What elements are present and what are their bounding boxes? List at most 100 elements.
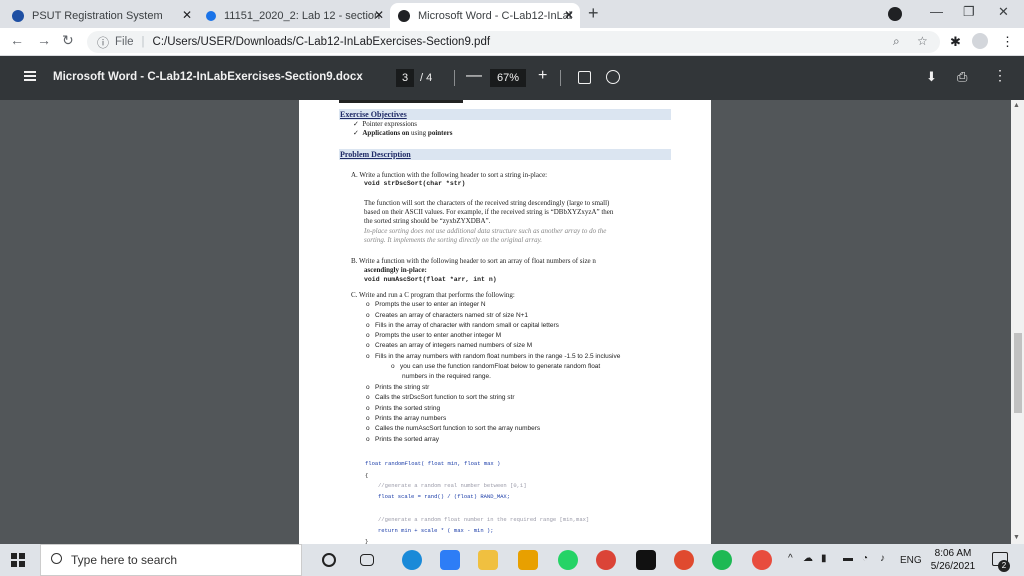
close-tab-icon[interactable]: ✕ [564,8,574,22]
chrome-alt-icon[interactable] [674,550,694,570]
code-comment: //generate a random float number in the … [378,516,590,523]
list-item: o Prints the string str [366,384,430,391]
hamburger-menu-icon[interactable] [24,71,36,81]
list-item: o Calles the numAscSort function to sort… [366,425,541,432]
task-view-icon[interactable] [360,554,374,566]
zoom-in-button[interactable]: + [538,67,547,85]
list-item: o Fills in the array of character with r… [366,322,559,329]
taskbar: Type here to search ^ ☁ ▮ ▬ ◔ ♪ ENG 8:06… [0,544,1024,576]
address-bar[interactable]: ⓘ File | C:/Users/USER/Downloads/C-Lab12… [87,31,940,53]
page-number-input[interactable]: 3 [396,69,414,87]
wifi-icon[interactable]: ◔ [862,553,868,564]
tab-label: 11151_2020_2: Lab 12 - section 9 [224,9,382,22]
tab-microsoft-word-pdf[interactable]: Microsoft Word - C-Lab12-InLab ✕ [390,3,580,28]
whatsapp-icon[interactable] [558,550,578,570]
tab-lab12-section9[interactable]: 11151_2020_2: Lab 12 - section 9 ✕ [198,3,390,28]
problem-heading: Problem Description [339,149,671,160]
tab-psut-registration[interactable]: PSUT Registration System ✕ [4,3,198,28]
download-icon[interactable]: ⬇ [926,69,937,85]
new-tab-button[interactable]: + [588,3,599,24]
chrome-profile-icon[interactable] [752,550,772,570]
menu-icon[interactable]: ⋮ [1001,34,1014,50]
file-scheme-label: File [115,36,134,48]
tab-strip: PSUT Registration System ✕ 11151_2020_2:… [0,0,1024,28]
code-line: float scale = rand() / (float) RAND_MAX; [378,493,511,500]
edge-icon[interactable] [402,550,422,570]
list-item: o Fills in the array numbers with random… [366,353,621,360]
scrollbar-thumb[interactable] [1014,333,1022,413]
problem-b-text: ascendingly in-place: [364,266,427,274]
list-item: o Prints the array numbers [366,415,447,422]
problem-a-code: void strDscSort(char *str) [364,180,466,187]
problem-b-intro: B. Write a function with the following h… [351,257,596,265]
problem-a-text: based on their ASCII values. For example… [364,208,614,216]
minimize-icon[interactable]: — [930,4,943,19]
reload-icon[interactable]: ↻ [62,32,74,49]
tab-label: PSUT Registration System [32,9,163,22]
bookmark-star-icon[interactable]: ☆ [917,34,928,48]
list-item: o Prints the sorted array [366,436,439,443]
tray-chevron-icon[interactable]: ^ [788,553,793,564]
code-line: { [365,472,369,479]
cortana-icon[interactable] [322,553,336,567]
scroll-up-icon[interactable]: ▲ [1013,102,1020,109]
extensions-icon[interactable]: ✱ [950,34,961,50]
back-icon[interactable]: ← [10,32,24,48]
rotate-icon[interactable] [606,70,620,84]
browser-toolbar: ← → ↻ ⓘ File | C:/Users/USER/Downloads/C… [0,28,1024,56]
profile-icon[interactable] [888,7,902,21]
file-explorer-icon[interactable] [478,550,498,570]
info-icon[interactable]: ⓘ [97,34,109,51]
volume-icon[interactable]: ♪ [880,553,885,564]
close-tab-icon[interactable]: ✕ [182,8,192,22]
objectives-heading: Exercise Objectives [339,109,671,120]
moodle-favicon-icon [206,10,216,21]
search-icon [51,553,62,564]
forward-icon[interactable]: → [37,32,51,48]
problem-a-text: the sorted string should be “zyxbZYXDBA”… [364,217,491,225]
zoom-icon[interactable]: ⌕ [893,34,900,49]
system-clock[interactable]: 8:06 AM 5/26/2021 [926,547,980,573]
avatar[interactable] [972,33,988,49]
restore-icon[interactable]: ❐ [963,4,975,20]
more-actions-icon[interactable]: ⋮ [993,67,1007,84]
windows-start-icon[interactable] [11,553,25,567]
problem-a-note: sorting. It implements the sorting direc… [364,236,543,244]
tab-label: Microsoft Word - C-Lab12-InLab [418,9,572,22]
zoom-app-icon[interactable] [440,550,460,570]
scroll-down-icon[interactable]: ▼ [1013,534,1020,541]
pdf-viewer[interactable]: Exercise Objectives ✓ Pointer expression… [0,100,1011,544]
language-indicator[interactable]: ENG [900,555,922,566]
zoom-level-input[interactable]: 67% [490,69,526,87]
objective-item: ✓ Applications on using pointers [353,129,453,137]
fit-page-icon[interactable] [578,71,591,84]
code-line: return min + scale * ( max - min ); [378,527,494,534]
pdf-page: Exercise Objectives ✓ Pointer expression… [299,100,711,544]
code-line: float randomFloat( float min, float max … [365,460,501,467]
battery-icon[interactable]: ▬ [843,553,853,564]
list-item: o Creates an array of integers named num… [366,342,533,349]
cloud-icon[interactable]: ☁ [803,553,813,564]
chrome-icon[interactable] [596,550,616,570]
spotify-icon[interactable] [712,550,732,570]
usb-icon[interactable]: ▮ [821,553,827,564]
pdf-title: Microsoft Word - C-Lab12-InLabExercises-… [53,71,363,83]
print-icon[interactable]: ⎙ [957,69,967,85]
list-item: o Calls the strDscSort function to sort … [366,394,515,401]
code-comment: //generate a random real number between … [378,482,527,489]
store-icon[interactable] [518,550,538,570]
scrollbar[interactable] [1011,100,1024,544]
clock-time: 8:06 AM [934,548,972,559]
close-window-icon[interactable]: ✕ [998,4,1009,20]
taskbar-search-input[interactable]: Type here to search [40,544,302,576]
problem-b-code: void numAscSort(float *arr, int n) [364,276,497,283]
close-tab-icon[interactable]: ✕ [374,8,384,22]
list-item: o Prompts the user to enter an integer N [366,301,486,308]
zoom-out-button[interactable]: — [466,67,482,85]
url-text[interactable]: C:/Users/USER/Downloads/C-Lab12-InLabExe… [153,36,491,48]
psut-favicon-icon [12,9,24,22]
netflix-icon[interactable] [636,550,656,570]
objective-item: ✓ Pointer expressions [353,120,418,128]
sub-list-item: numbers in the required range. [402,373,491,380]
problem-a-note: In-place sorting does not use additional… [364,227,607,235]
